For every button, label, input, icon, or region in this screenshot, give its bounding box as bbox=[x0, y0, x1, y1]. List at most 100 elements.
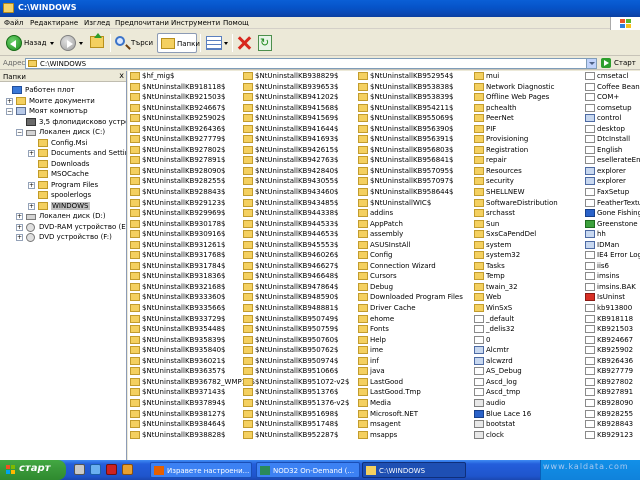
system-file-icon bbox=[474, 398, 484, 407]
taskbar-button[interactable]: C:\WINDOWS bbox=[362, 462, 466, 478]
close-icon[interactable]: x bbox=[119, 71, 124, 80]
undo-button[interactable] bbox=[256, 33, 276, 53]
file-name: KB928255 bbox=[597, 409, 634, 418]
folder-icon bbox=[474, 72, 484, 80]
file-name: $NtUninstallKB956803$ bbox=[370, 145, 454, 154]
file-name: Web bbox=[486, 293, 502, 302]
expand-icon[interactable]: + bbox=[28, 150, 35, 157]
back-button[interactable]: Назад bbox=[4, 33, 56, 53]
file-name: $NtUninstallKB936021$ bbox=[142, 356, 226, 365]
expand-icon[interactable]: + bbox=[28, 181, 35, 189]
cd-icon bbox=[26, 233, 35, 242]
file-name: 0 bbox=[486, 335, 491, 344]
address-input[interactable]: C:\WINDOWS bbox=[25, 58, 597, 69]
file-name: $NtUninstallKB950749$ bbox=[255, 314, 339, 323]
file-name: $NtUninstallKB941569$ bbox=[255, 114, 339, 123]
file-name: $NtUninstallKB928090$ bbox=[142, 166, 226, 175]
chevron-down-icon[interactable] bbox=[50, 42, 54, 45]
file-icon bbox=[585, 356, 595, 365]
address-dropdown-button[interactable] bbox=[586, 59, 596, 68]
folder-icon bbox=[474, 135, 484, 144]
file-name: bootstat bbox=[486, 420, 516, 429]
tree-node-label: Локален диск (C:) bbox=[39, 128, 106, 136]
folders-button[interactable]: Папки bbox=[157, 33, 200, 53]
menu-favorites[interactable]: Предпочитани bbox=[115, 19, 169, 27]
search-button[interactable]: Търси bbox=[113, 33, 155, 53]
views-button[interactable] bbox=[204, 33, 230, 53]
file-name: $NtUninstallKB936357$ bbox=[142, 367, 226, 376]
file-icon bbox=[585, 124, 595, 133]
file-name: PeerNet bbox=[486, 114, 514, 123]
folder-icon bbox=[358, 219, 368, 228]
expand-icon[interactable]: + bbox=[16, 223, 23, 231]
chevron-down-icon[interactable] bbox=[79, 42, 83, 45]
folder-icon bbox=[243, 251, 253, 260]
file-name: _delis32 bbox=[486, 325, 515, 334]
folder-icon bbox=[130, 304, 140, 313]
taskbar-button[interactable]: Изравете настроени... bbox=[150, 462, 252, 478]
file-name: audio bbox=[486, 398, 506, 407]
file-name: $NtUninstallKB937143$ bbox=[142, 388, 226, 397]
folder-icon bbox=[243, 261, 253, 270]
go-button[interactable]: Старт bbox=[601, 58, 639, 69]
folder-icon bbox=[358, 156, 368, 165]
expand-icon[interactable]: + bbox=[16, 213, 23, 220]
file-icon bbox=[585, 304, 595, 313]
file-name: $NtUninstallKB952287$ bbox=[255, 430, 339, 439]
file-name: SoftwareDistribution bbox=[486, 198, 558, 207]
application-icon bbox=[474, 346, 484, 355]
file-name: KB927779 bbox=[597, 367, 634, 376]
menu-view[interactable]: Изглед bbox=[84, 19, 110, 27]
folder-icon bbox=[358, 209, 368, 218]
menu-help[interactable]: Помощ bbox=[223, 19, 249, 27]
file-icon bbox=[474, 388, 484, 397]
language-flag-icon[interactable] bbox=[106, 464, 117, 475]
file-name: inf bbox=[370, 356, 379, 365]
file-name: DtcInstall bbox=[597, 135, 631, 144]
file-name: Debug bbox=[370, 282, 394, 291]
drive-icon bbox=[26, 130, 36, 136]
menu-file[interactable]: Файл bbox=[4, 19, 23, 27]
file-name: ehome bbox=[370, 314, 395, 323]
file-name: $NtUninstallKB951066$ bbox=[255, 367, 339, 376]
folder-icon bbox=[243, 325, 253, 334]
expand-icon[interactable]: + bbox=[16, 234, 23, 241]
expand-icon[interactable]: + bbox=[6, 97, 13, 105]
back-arrow-icon bbox=[6, 35, 22, 51]
folder-icon bbox=[358, 430, 368, 439]
file-name: $NtUninstallKB921503$ bbox=[142, 93, 226, 102]
internet-explorer-icon[interactable] bbox=[90, 464, 101, 475]
up-folder-button[interactable] bbox=[88, 33, 108, 53]
menu-tools[interactable]: Инструменти bbox=[171, 19, 220, 27]
start-button[interactable]: старт bbox=[0, 460, 66, 480]
folder-icon bbox=[358, 240, 368, 249]
forward-button[interactable] bbox=[58, 33, 84, 53]
file-name: $NtUninstallKB953839$ bbox=[370, 93, 454, 102]
folder-icon bbox=[243, 304, 253, 313]
address-value[interactable]: C:\WINDOWS bbox=[40, 60, 86, 68]
taskbar-button-label: C:\WINDOWS bbox=[379, 467, 426, 475]
file-name: twain_32 bbox=[486, 282, 518, 291]
file-icon bbox=[585, 103, 595, 112]
file-name: $NtUninstallKB938828$ bbox=[142, 430, 226, 439]
file-name: imsins.BAK bbox=[597, 282, 636, 291]
delete-button[interactable] bbox=[234, 33, 254, 53]
file-icon bbox=[585, 314, 595, 323]
folder-icon bbox=[358, 135, 368, 144]
file-name: $NtUninstallKB947864$ bbox=[255, 282, 339, 291]
show-desktop-icon[interactable] bbox=[74, 464, 85, 475]
folder-icon bbox=[38, 180, 48, 189]
collapse-icon[interactable]: − bbox=[16, 129, 23, 136]
expand-icon[interactable]: + bbox=[28, 202, 35, 210]
chevron-down-icon[interactable] bbox=[224, 42, 228, 45]
menu-edit[interactable]: Редактиране bbox=[30, 19, 78, 27]
folder-icon bbox=[130, 282, 140, 291]
folder-icon bbox=[358, 251, 368, 260]
folder-icon bbox=[243, 409, 253, 418]
collapse-icon[interactable]: − bbox=[6, 108, 13, 115]
file-icon bbox=[585, 335, 595, 344]
media-icon[interactable] bbox=[122, 464, 133, 475]
taskbar-button[interactable]: NOD32 On-Demand (... bbox=[256, 462, 360, 478]
title-bar[interactable]: C:\WINDOWS bbox=[0, 0, 640, 17]
file-name: Microsoft.NET bbox=[370, 409, 419, 418]
